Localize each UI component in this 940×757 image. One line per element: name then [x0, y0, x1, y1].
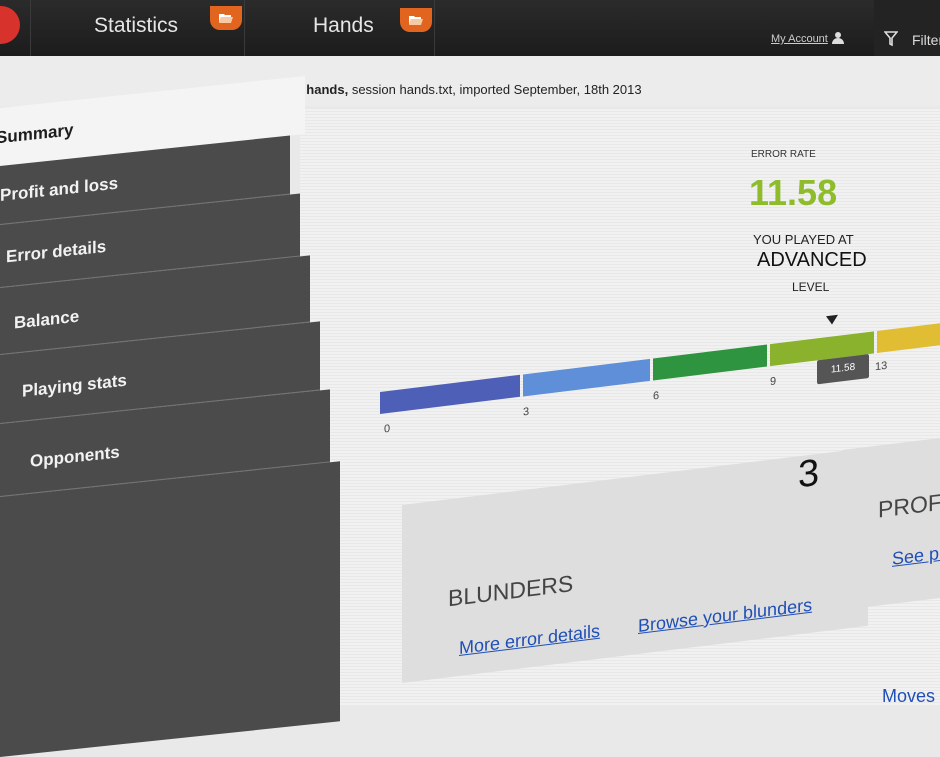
- score-bubble: 11.58: [817, 353, 869, 385]
- app-logo[interactable]: [0, 6, 20, 44]
- see-profit-link[interactable]: See prof: [892, 541, 940, 570]
- tab-statistics[interactable]: Statistics: [94, 0, 178, 56]
- my-account-link[interactable]: My Account: [771, 33, 828, 45]
- open-folder-icon: [409, 16, 423, 25]
- tab-hands-label: Hands: [313, 14, 374, 37]
- scale-tick: 9: [770, 375, 777, 389]
- error-rate-value: 11.58: [749, 172, 838, 213]
- nav-divider: [30, 0, 31, 56]
- scale-segment: [380, 374, 520, 414]
- profit-title: PROFIT: [878, 486, 940, 523]
- sidebar-nav: Summary Profit and loss Error details Ba…: [0, 68, 380, 757]
- sidebar-item-label: Opponents: [30, 442, 120, 471]
- scale-segment: [653, 344, 767, 381]
- session-details: session hands.txt, imported September, 1…: [348, 82, 642, 97]
- sidebar-item-label: Playing stats: [22, 370, 127, 401]
- scale-segment: [877, 322, 940, 353]
- open-folder-icon: [219, 14, 233, 23]
- profit-card: PROFIT See prof: [842, 436, 940, 610]
- more-error-details-link[interactable]: More error details: [459, 621, 600, 659]
- sidebar-item-label: Summary: [0, 120, 74, 148]
- scale-segment: [523, 358, 650, 397]
- filter-label: Filter: [912, 32, 940, 48]
- blunders-count: 3: [798, 451, 820, 497]
- scale-tick: 13: [875, 359, 888, 374]
- filter-button[interactable]: Filter: [874, 0, 940, 59]
- sidebar-empty-area: [0, 461, 340, 757]
- nav-divider: [244, 0, 245, 56]
- played-at-label: YOU PLAYED AT: [753, 232, 854, 247]
- scale-tick: 3: [523, 405, 530, 419]
- score-marker-icon: [826, 314, 838, 326]
- user-icon[interactable]: [831, 31, 845, 45]
- moves-link[interactable]: Moves: [882, 686, 935, 707]
- folder-icon[interactable]: [210, 6, 242, 30]
- folder-icon[interactable]: [400, 8, 432, 32]
- error-rate-title: ERROR RATE: [751, 149, 816, 160]
- sidebar-item-label: Error details: [6, 236, 107, 267]
- scale-tick: 0: [384, 422, 391, 436]
- nav-divider: [434, 0, 435, 56]
- filter-icon: [884, 31, 898, 47]
- sidebar-item-label: Profit and loss: [0, 173, 119, 205]
- sidebar-item-label: Balance: [14, 306, 80, 333]
- scale-tick: 6: [653, 389, 660, 403]
- tab-statistics-label: Statistics: [94, 14, 179, 37]
- top-nav-bar: Statistics Hands My Account Filter: [0, 0, 940, 59]
- player-level: ADVANCED: [757, 249, 867, 271]
- browse-blunders-link[interactable]: Browse your blunders: [638, 595, 812, 637]
- tab-hands[interactable]: Hands: [313, 0, 374, 56]
- blunders-title: BLUNDERS: [448, 569, 574, 612]
